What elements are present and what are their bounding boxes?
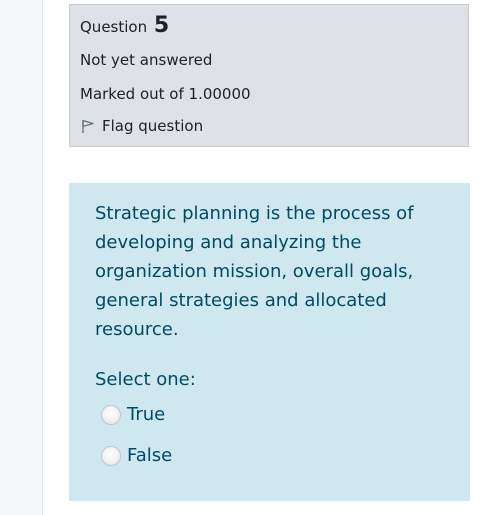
flag-question-link[interactable]: Flag question [80, 117, 203, 135]
left-navigation-rail [0, 0, 43, 515]
question-grade: Marked out of 1.00000 [80, 85, 251, 103]
radio-button-true[interactable] [101, 404, 121, 425]
answer-option-true[interactable]: True [101, 404, 165, 425]
answer-option-label: True [127, 404, 166, 425]
question-text: Strategic planning is the process of dev… [95, 203, 414, 340]
select-one-prompt: Select one: [95, 369, 196, 390]
answer-option-false[interactable]: False [101, 445, 172, 466]
question-info-panel: Question 5 Not yet answered Marked out o… [69, 4, 469, 147]
radio-button-false[interactable] [101, 445, 121, 466]
question-number-heading: Question 5 [80, 13, 169, 38]
question-state: Not yet answered [80, 51, 213, 69]
flag-question-label: Flag question [102, 117, 204, 135]
question-label: Question [80, 18, 148, 36]
flag-icon [82, 119, 94, 133]
answer-option-label: False [127, 445, 173, 466]
question-number: 5 [153, 13, 170, 38]
question-content-panel: Strategic planning is the process of dev… [69, 183, 470, 501]
